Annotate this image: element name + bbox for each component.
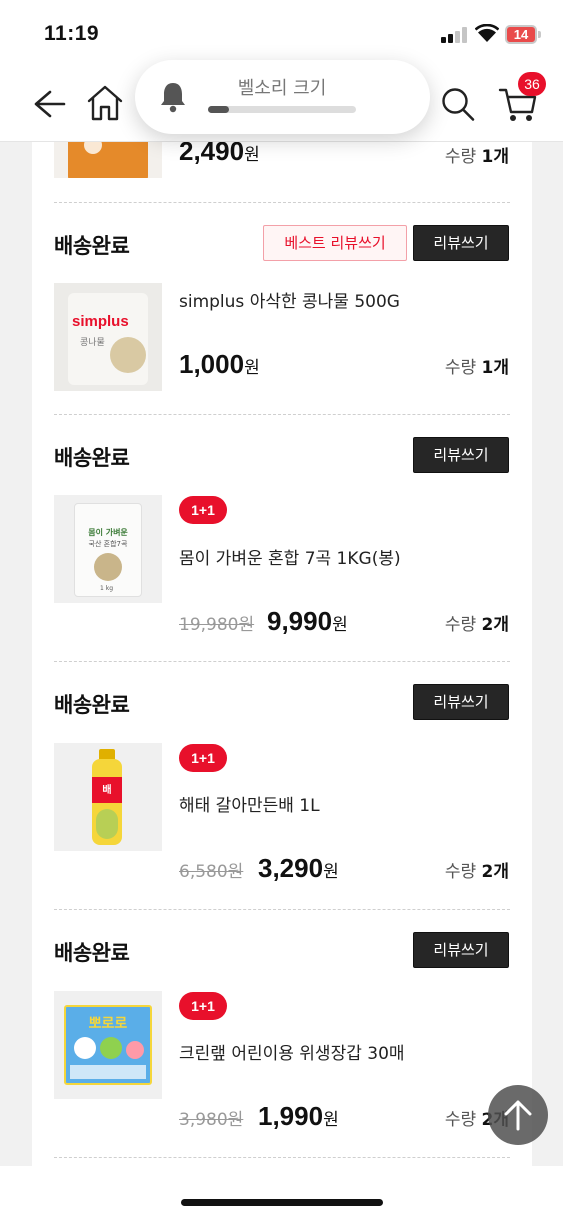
arrow-up-icon bbox=[504, 1100, 532, 1131]
home-indicator[interactable] bbox=[181, 1199, 383, 1206]
write-review-button[interactable]: 리뷰쓰기 bbox=[413, 684, 509, 720]
product-thumbnail[interactable]: 뽀로로 bbox=[54, 991, 162, 1099]
quantity: 수량 2개 bbox=[444, 615, 509, 635]
sale-price: 2,490원 bbox=[179, 142, 260, 166]
sale-price: 1,990원 bbox=[258, 1101, 339, 1131]
delivery-status: 배송완료 bbox=[54, 941, 130, 965]
order-item-partial: 2,490원 수량 1개 bbox=[32, 142, 532, 202]
write-review-button[interactable]: 리뷰쓰기 bbox=[413, 225, 509, 261]
original-price: 6,580원 bbox=[179, 862, 244, 882]
original-price: 19,980원 bbox=[179, 615, 255, 635]
divider bbox=[54, 202, 510, 203]
ringer-volume-bar bbox=[208, 106, 356, 113]
product-name[interactable]: simplus 아삭한 콩나물 500G bbox=[179, 287, 400, 312]
quantity: 수량 2개 bbox=[444, 862, 509, 882]
thumbnail-label: 배 bbox=[102, 785, 112, 796]
product-name[interactable]: 몸이 가벼운 혼합 7곡 1KG(봉) bbox=[179, 544, 401, 569]
bottom-safe-area bbox=[0, 1166, 563, 1218]
thumbnail-label: 콩나물 bbox=[80, 338, 105, 348]
quantity: 수량 1개 bbox=[444, 358, 509, 378]
sale-price: 1,000원 bbox=[179, 349, 260, 379]
back-arrow-icon[interactable] bbox=[30, 84, 68, 124]
product-thumbnail[interactable]: 몸이 가벼운 국산 혼합7곡 1 kg bbox=[54, 495, 162, 603]
divider bbox=[54, 909, 510, 910]
search-icon[interactable] bbox=[440, 84, 476, 124]
one-plus-one-tag: 1+1 bbox=[179, 744, 227, 772]
delivery-status: 배송완료 bbox=[54, 693, 130, 717]
ringer-volume-label: 벨소리 크기 bbox=[237, 78, 327, 99]
product-name[interactable]: 해태 갈아만든배 1L bbox=[179, 791, 320, 816]
home-icon[interactable] bbox=[85, 82, 125, 124]
quantity: 수량 1개 bbox=[444, 147, 509, 167]
wifi-icon bbox=[475, 24, 499, 42]
best-review-button[interactable]: 베스트 리뷰쓰기 bbox=[263, 225, 407, 261]
delivery-status: 배송완료 bbox=[54, 234, 130, 258]
write-review-button[interactable]: 리뷰쓰기 bbox=[413, 932, 509, 968]
original-price: 3,980원 bbox=[179, 1110, 244, 1130]
divider bbox=[54, 1157, 510, 1158]
scroll-to-top-button[interactable] bbox=[488, 1085, 548, 1145]
product-thumbnail[interactable] bbox=[54, 142, 162, 178]
ringer-volume-fill bbox=[208, 106, 229, 113]
product-thumbnail[interactable]: simplus 콩나물 bbox=[54, 283, 162, 391]
ringer-volume-hud: 벨소리 크기 bbox=[135, 60, 430, 134]
product-thumbnail[interactable]: 배 bbox=[54, 743, 162, 851]
cellular-signal-icon bbox=[441, 27, 467, 43]
status-bar: 11:19 14 bbox=[0, 0, 563, 62]
sale-price: 9,990원 bbox=[267, 606, 348, 636]
bell-icon bbox=[161, 83, 185, 113]
cart-count-badge: 36 bbox=[518, 72, 546, 96]
thumbnail-label: 국산 혼합7곡 bbox=[88, 540, 128, 548]
thumbnail-label: 뽀로로 bbox=[88, 1016, 128, 1032]
divider bbox=[54, 414, 510, 415]
status-time: 11:19 bbox=[44, 22, 100, 45]
divider bbox=[54, 661, 510, 662]
thumbnail-weight: 1 kg bbox=[100, 585, 114, 592]
one-plus-one-tag: 1+1 bbox=[179, 992, 227, 1020]
battery-level: 14 bbox=[513, 27, 529, 42]
product-name[interactable]: 크린랲 어린이용 위생장갑 30매 bbox=[179, 1039, 405, 1064]
order-list: 2,490원 수량 1개 배송완료 베스트 리뷰쓰기 리뷰쓰기 simplus … bbox=[32, 142, 532, 1166]
thumbnail-brand: simplus bbox=[72, 313, 129, 330]
delivery-status: 배송완료 bbox=[54, 446, 130, 470]
battery-icon: 14 bbox=[505, 25, 541, 44]
sale-price: 3,290원 bbox=[258, 853, 339, 883]
one-plus-one-tag: 1+1 bbox=[179, 496, 227, 524]
thumbnail-title: 몸이 가벼운 bbox=[88, 528, 128, 537]
write-review-button[interactable]: 리뷰쓰기 bbox=[413, 437, 509, 473]
